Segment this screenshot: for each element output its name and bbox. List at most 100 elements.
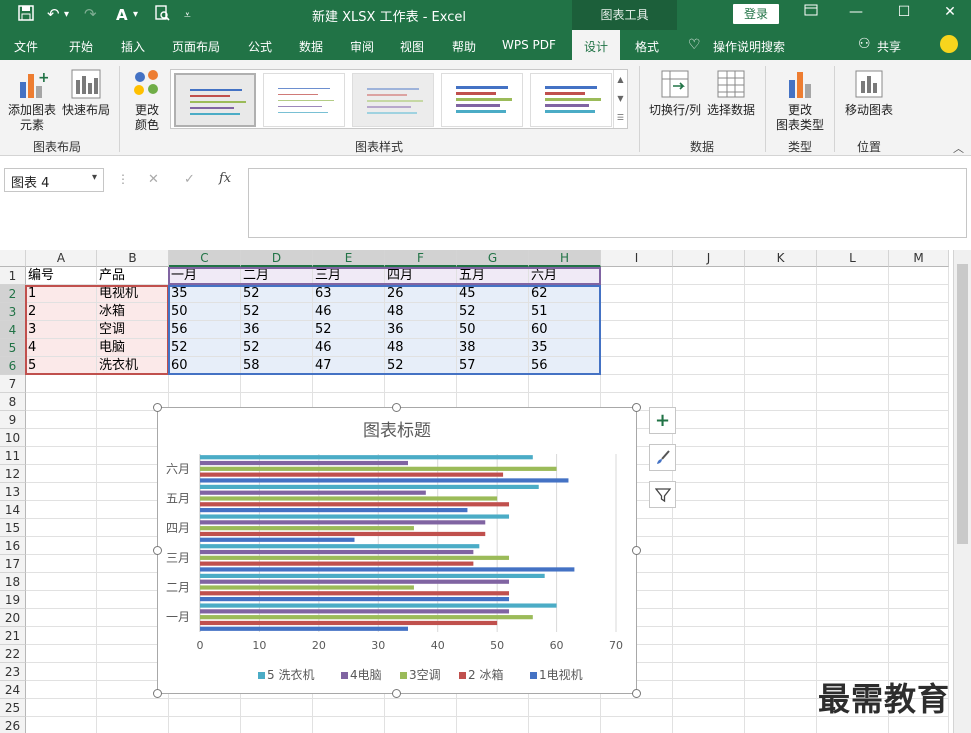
row-header-15[interactable]: 15 [0, 519, 26, 537]
cell-J20[interactable] [673, 609, 745, 627]
cell-B4[interactable]: 空调 [97, 321, 169, 339]
row-header-23[interactable]: 23 [0, 663, 26, 681]
cell-A25[interactable] [26, 699, 97, 717]
cell-B5[interactable]: 电脑 [97, 339, 169, 357]
cell-G1[interactable]: 五月 [457, 267, 529, 285]
cell-J11[interactable] [673, 447, 745, 465]
cell-L10[interactable] [817, 429, 889, 447]
cell-J3[interactable] [673, 303, 745, 321]
cell-H7[interactable] [529, 375, 601, 393]
cell-G6[interactable]: 57 [457, 357, 529, 375]
cell-L1[interactable] [817, 267, 889, 285]
column-header-i[interactable]: I [601, 250, 673, 267]
cell-J15[interactable] [673, 519, 745, 537]
cell-J19[interactable] [673, 591, 745, 609]
cell-J26[interactable] [673, 717, 745, 733]
tab-wps-pdf[interactable]: WPS PDF [502, 38, 556, 52]
cell-J7[interactable] [673, 375, 745, 393]
cell-L16[interactable] [817, 537, 889, 555]
cell-J12[interactable] [673, 465, 745, 483]
resize-handle-br[interactable] [632, 689, 641, 698]
row-header-9[interactable]: 9 [0, 411, 26, 429]
cell-M10[interactable] [889, 429, 949, 447]
cell-M13[interactable] [889, 483, 949, 501]
cell-L11[interactable] [817, 447, 889, 465]
cell-H1[interactable]: 六月 [529, 267, 601, 285]
row-header-1[interactable]: 1 [0, 267, 26, 285]
column-header-c[interactable]: C [169, 250, 241, 267]
cell-A15[interactable] [26, 519, 97, 537]
resize-handle-bl[interactable] [153, 689, 162, 698]
cell-J23[interactable] [673, 663, 745, 681]
cell-H5[interactable]: 35 [529, 339, 601, 357]
row-header-10[interactable]: 10 [0, 429, 26, 447]
row-header-5[interactable]: 5 [0, 339, 26, 357]
cell-J9[interactable] [673, 411, 745, 429]
cell-H25[interactable] [529, 699, 601, 717]
cell-J6[interactable] [673, 357, 745, 375]
cell-D26[interactable] [241, 717, 313, 733]
row-header-19[interactable]: 19 [0, 591, 26, 609]
column-header-e[interactable]: E [313, 250, 385, 267]
cell-L22[interactable] [817, 645, 889, 663]
chart-area[interactable]: 图表标题 0 10 20 30 40 50 60 70 一月 二月 三月 四月 五月 六月 5 洗衣机 4电脑 3… [157, 407, 637, 694]
cell-C1[interactable]: 一月 [169, 267, 241, 285]
cell-B3[interactable]: 冰箱 [97, 303, 169, 321]
cell-A13[interactable] [26, 483, 97, 501]
cell-G5[interactable]: 38 [457, 339, 529, 357]
maximize-icon[interactable]: ☐ [889, 4, 919, 20]
cell-M22[interactable] [889, 645, 949, 663]
insert-function-icon[interactable]: fx [219, 171, 231, 186]
cell-D4[interactable]: 36 [241, 321, 313, 339]
column-header-l[interactable]: L [817, 250, 889, 267]
cell-J8[interactable] [673, 393, 745, 411]
cell-M9[interactable] [889, 411, 949, 429]
cell-J13[interactable] [673, 483, 745, 501]
cell-F6[interactable]: 52 [385, 357, 457, 375]
cell-A3[interactable]: 2 [26, 303, 97, 321]
cell-G25[interactable] [457, 699, 529, 717]
cell-F4[interactable]: 36 [385, 321, 457, 339]
column-header-h[interactable]: H [529, 250, 601, 267]
cell-I3[interactable] [601, 303, 673, 321]
tab-page-layout[interactable]: 页面布局 [172, 38, 220, 55]
cell-A1[interactable]: 编号 [26, 267, 97, 285]
name-box-dropdown-icon[interactable]: ▾ [92, 172, 97, 183]
cell-A14[interactable] [26, 501, 97, 519]
cell-F2[interactable]: 26 [385, 285, 457, 303]
resize-handle-tl[interactable] [153, 403, 162, 412]
cell-I26[interactable] [601, 717, 673, 733]
cell-J24[interactable] [673, 681, 745, 699]
cell-M20[interactable] [889, 609, 949, 627]
cell-J18[interactable] [673, 573, 745, 591]
share-button[interactable]: 共享 [877, 38, 901, 55]
row-header-17[interactable]: 17 [0, 555, 26, 573]
bar-chart[interactable]: 图表标题 0 10 20 30 40 50 60 70 一月 二月 三月 四月 五月 六月 5 洗衣机 4电脑 3… [158, 408, 636, 693]
customize-qat-icon[interactable]: ⩡ [184, 8, 191, 23]
cell-E3[interactable]: 46 [313, 303, 385, 321]
column-header-g[interactable]: G [457, 250, 529, 267]
cell-K14[interactable] [745, 501, 817, 519]
row-header-12[interactable]: 12 [0, 465, 26, 483]
row-header-2[interactable]: 2 [0, 285, 26, 303]
row-header-3[interactable]: 3 [0, 303, 26, 321]
cell-K19[interactable] [745, 591, 817, 609]
cell-I5[interactable] [601, 339, 673, 357]
cell-B26[interactable] [97, 717, 169, 733]
cell-H26[interactable] [529, 717, 601, 733]
vertical-scroll-thumb[interactable] [957, 264, 968, 544]
cell-K4[interactable] [745, 321, 817, 339]
cell-M12[interactable] [889, 465, 949, 483]
cell-L18[interactable] [817, 573, 889, 591]
cell-C7[interactable] [169, 375, 241, 393]
smiley-icon[interactable] [940, 35, 958, 53]
save-icon[interactable] [18, 5, 34, 25]
cell-J25[interactable] [673, 699, 745, 717]
cell-K24[interactable] [745, 681, 817, 699]
cell-M4[interactable] [889, 321, 949, 339]
cell-K20[interactable] [745, 609, 817, 627]
cell-A7[interactable] [26, 375, 97, 393]
cell-C3[interactable]: 50 [169, 303, 241, 321]
cell-K15[interactable] [745, 519, 817, 537]
cell-M18[interactable] [889, 573, 949, 591]
